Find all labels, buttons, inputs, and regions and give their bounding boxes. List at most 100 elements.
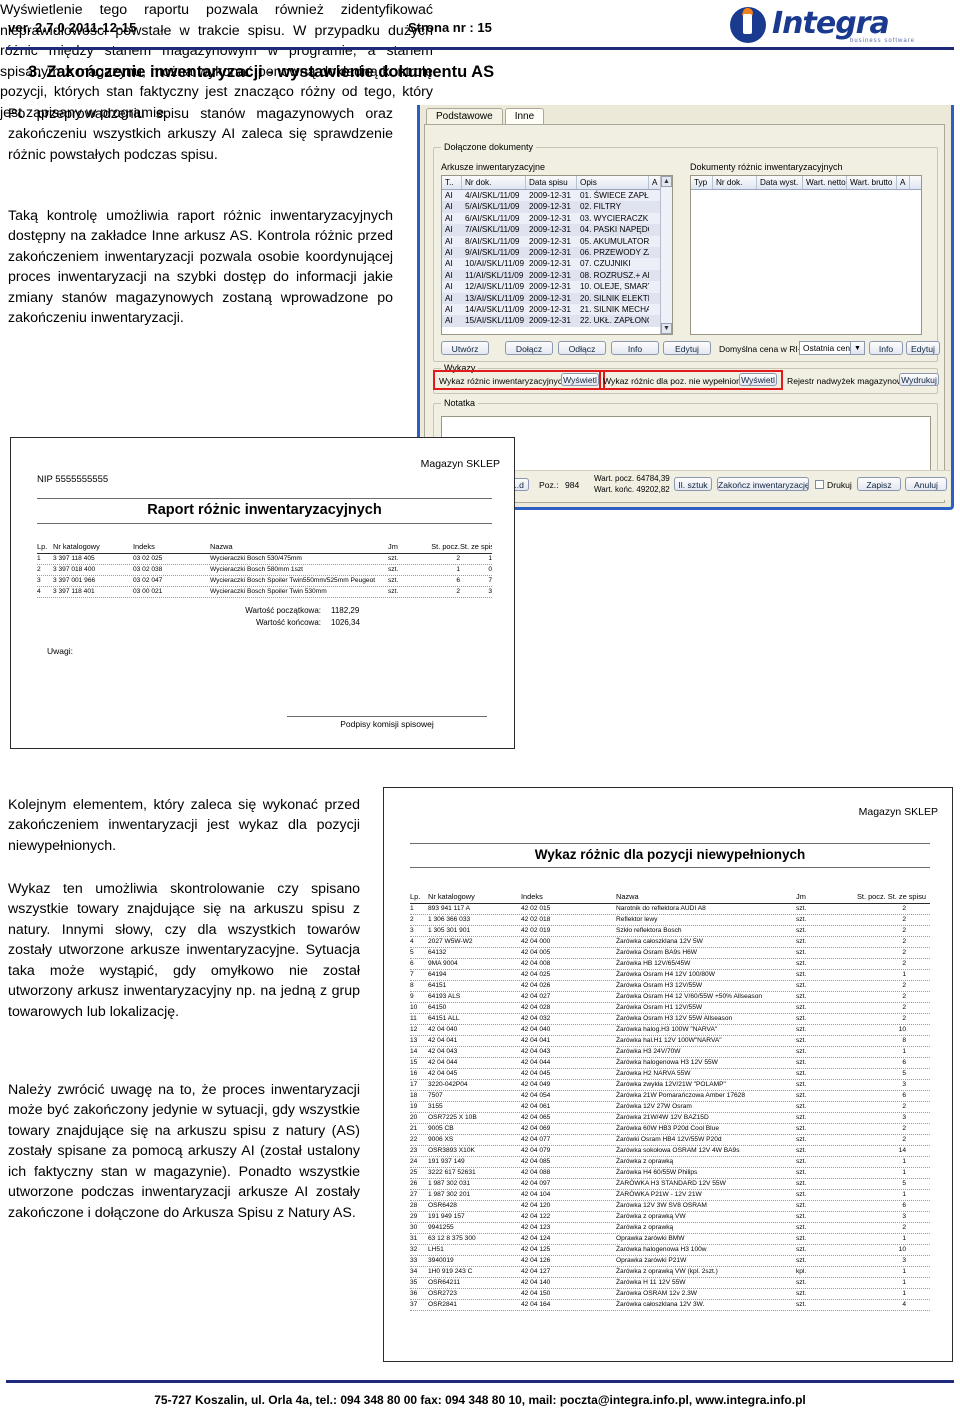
paragraph-4: Wykaz ten umożliwia skontrolowanie czy s… [8, 881, 360, 1020]
table-row: 1 893 941 117 A 42 02 015 Narotnik do refle… [410, 904, 930, 915]
table-cell: Szkło reflektora Bosch [616, 927, 682, 934]
report-left-rule-bottom [37, 523, 492, 524]
table-cell: Żarówka halogenowa H3 12V 55W [616, 1059, 718, 1066]
table-cell: 42 04 025 [521, 971, 551, 978]
table-cell: 2 [902, 1103, 906, 1110]
table-cell: 42 04 140 [521, 1279, 551, 1286]
col-typ: T.. [442, 176, 462, 189]
table-cell: 42 04 008 [521, 960, 551, 967]
table-cell: 17 [410, 1081, 418, 1088]
table-cell: 42 04 085 [521, 1158, 551, 1165]
table-cell: 10 [898, 1246, 906, 1253]
anuluj-button[interactable]: Anuluj [905, 477, 947, 491]
list-scrollbar[interactable]: ▲ ▼ [660, 176, 672, 334]
table-cell: 9 [410, 993, 414, 1000]
table-cell: 893 941 117 A [428, 905, 471, 912]
table-cell: szt. [388, 588, 399, 595]
table-row: 30 9941255 42 04 123 Żarówka z oprawką szt. 2 [410, 1223, 930, 1234]
rejestr-nadwyzek-wydrukuj-button[interactable]: Wydrukuj [899, 373, 939, 386]
table-row: 4 2027 W5W-W2 42 04 000 Żarówka całoszklana… [410, 937, 930, 948]
report-left-total-value-2: 1026,34 [331, 618, 360, 627]
zapisz-button[interactable]: Zapisz [857, 477, 901, 491]
report-right-table: Lp. Nr katalogowy Indeks Nazwa Jm St. po… [410, 892, 930, 1311]
table-cell: 3155 [428, 1103, 443, 1110]
list-item[interactable]: AI 10/AI/SKL/11/09 2009-12-31 07. CZUJNIKI [442, 258, 672, 270]
list-item[interactable]: AI 11/AI/SKL/11/09 2009-12-31 08. ROZRUSZ.+… [442, 269, 672, 282]
table-cell: szt. [796, 1202, 807, 1209]
table-cell: 21 [410, 1125, 418, 1132]
table-cell: 2 [902, 905, 906, 912]
zakoncz-inwentaryzacje-button[interactable]: Zakończ inwentaryzację [717, 477, 809, 491]
chevron-down-icon[interactable]: ▼ [850, 342, 864, 354]
table-cell: 19 [410, 1103, 418, 1110]
table-cell: szt. [796, 1070, 807, 1077]
button-info-left[interactable]: Info [611, 341, 659, 355]
tab-podstawowe[interactable]: Podstawowe [426, 108, 503, 125]
list-item[interactable]: AI 15/AI/SKL/11/09 2009-12-31 22. UKŁ. ZAPŁ… [442, 315, 672, 327]
table-cell: 42 04 043 [428, 1048, 458, 1055]
col-nrdok-r: Nr dok. [713, 176, 757, 189]
report-left-rule-top [37, 498, 492, 499]
paragraph-2: Taką kontrolę umożliwia raport różnic in… [8, 208, 393, 327]
list-item[interactable]: AI 12/AI/SKL/11/09 2009-12-31 10. OLEJE, SM… [442, 281, 672, 293]
drukuj-checkbox[interactable] [815, 480, 824, 489]
table-row: 36 OSR2723 42 04 150 Żarówka OSRAM 12v 2.3W… [410, 1289, 930, 1300]
list-item[interactable]: AI 6/AI/SKL/11/09 2009-12-31 03. WYCIERACZK… [442, 212, 672, 225]
table-cell: 5 [410, 949, 414, 956]
list-cell: 11/AI/SKL/11/09 [465, 270, 524, 280]
table-cell: OSR2723 [428, 1290, 457, 1297]
list-item[interactable]: AI 7/AI/SKL/11/09 2009-12-31 04. PASKI NAPĘ… [442, 224, 672, 236]
rr-col-lp: Lp. [410, 892, 421, 901]
dokumenty-roznic-list[interactable]: Typ Nr dok. Data wyst. Wart. netto Wart.… [690, 175, 922, 335]
table-cell: szt. [388, 577, 399, 584]
ilosc-sztuk-button[interactable]: Il. sztuk [674, 477, 712, 491]
list-cell: 5/AI/SKL/11/09 [465, 202, 520, 212]
table-row: 2 1 306 366 033 42 02 018 Reflektor lewy szt… [410, 915, 930, 926]
rl-col-stzespisu: St. ze spisu [460, 542, 492, 551]
table-cell: Reflektor lewy [616, 916, 658, 923]
tab-inne[interactable]: Inne [504, 108, 545, 125]
table-cell: 42 04 041 [521, 1037, 551, 1044]
table-cell: 42 02 015 [521, 905, 551, 912]
table-cell: 42 02 018 [521, 916, 551, 923]
list-cell: 02. FILTRY [580, 202, 622, 212]
button-edytuj-right[interactable]: Edytuj [906, 341, 940, 355]
table-cell: szt. [796, 1004, 807, 1011]
button-dolacz[interactable]: Dołącz [505, 341, 553, 355]
list-item[interactable]: AI 14/AI/SKL/11/09 2009-12-31 21. SILNIK ME… [442, 303, 672, 316]
list-item[interactable]: AI 13/AI/SKL/11/09 2009-12-31 20. SILNIK EL… [442, 292, 672, 304]
button-info-right[interactable]: Info [869, 341, 903, 355]
button-edytuj-left[interactable]: Edytuj [663, 341, 711, 355]
list-header-row-right: Typ Nr dok. Data wyst. Wart. netto Wart.… [691, 176, 921, 190]
group-notatka-label: Notatka [441, 398, 479, 408]
list-item[interactable]: AI 9/AI/SKL/11/09 2009-12-31 06. PRZEWODY Z… [442, 246, 672, 259]
button-utworz[interactable]: Utwórz [441, 341, 489, 355]
table-cell: 23 [410, 1147, 418, 1154]
list-item[interactable]: AI 4/AI/SKL/11/09 2009-12-31 01. ŚWIECE ZAP… [442, 190, 672, 202]
table-cell: 3 [902, 1257, 906, 1264]
table-cell: OSR7225 X 10B [428, 1114, 477, 1121]
list-cell: 21. SILNIK MECHANIKA [580, 304, 649, 314]
table-cell: 191 949 157 [428, 1213, 465, 1220]
table-row: 1 3 397 118 405 03 02 025 Wycieraczki Bosch… [37, 554, 492, 565]
table-cell: Wycieraczki Bosch Spoiler Twin 530mm [210, 588, 327, 595]
price-combobox[interactable]: Ostatnia cena : ▼ [799, 341, 865, 355]
table-cell: 12 [410, 1026, 418, 1033]
table-cell: Żarówka 60W HB3 P20d Cool Blue [616, 1125, 719, 1132]
table-cell: 32 [410, 1246, 418, 1253]
table-cell: 1 305 301 901 [428, 927, 471, 934]
table-cell: 42 04 027 [521, 993, 551, 1000]
table-cell: 1 [902, 1268, 906, 1275]
table-cell: Żarówka HB 12V/65/45W [616, 960, 691, 967]
arkusze-inwentaryzacyjne-list[interactable]: T.. Nr dok. Data spisu Opis A AI 4/AI/SKL… [441, 175, 673, 335]
scroll-up-icon[interactable]: ▲ [661, 176, 672, 187]
scroll-down-icon[interactable]: ▼ [661, 323, 672, 334]
table-cell: Żarówka Osram H3 12V/55W [616, 982, 703, 989]
list-item[interactable]: AI 5/AI/SKL/11/09 2009-12-31 02. FILTRY [442, 201, 672, 213]
table-cell: Żarówka H2 NARVA 55W [616, 1070, 691, 1077]
table-cell: LH51 [428, 1246, 444, 1253]
list-item[interactable]: AI 8/AI/SKL/11/09 2009-12-31 05. AKUMULATOR… [442, 235, 672, 247]
button-odlacz[interactable]: Odłącz [558, 341, 606, 355]
table-cell: 3 397 118 405 [53, 555, 95, 562]
table-cell: 42 04 026 [521, 982, 551, 989]
